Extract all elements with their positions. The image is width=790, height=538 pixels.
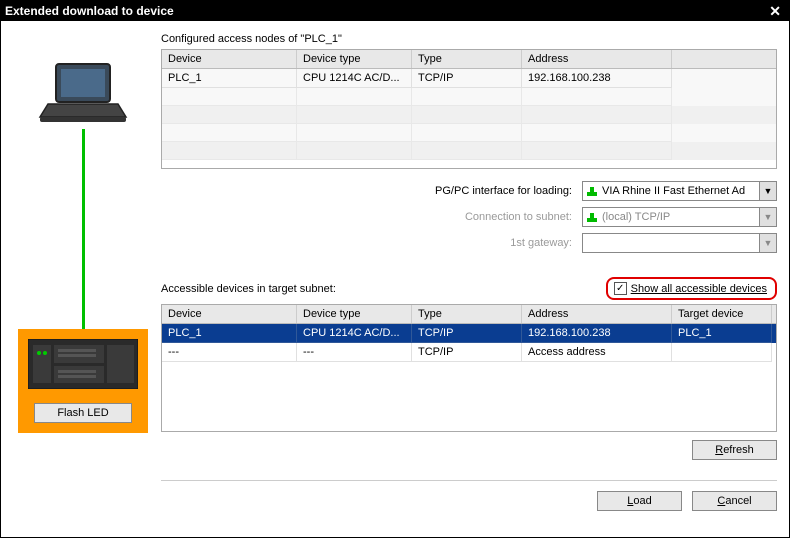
table-row[interactable]: ------TCP/IPAccess address [162,343,776,362]
chevron-down-icon: ▼ [759,234,776,252]
button-row: Load Cancel [161,480,777,511]
chevron-down-icon[interactable]: ▼ [759,182,776,200]
cell-device-type: CPU 1214C AC/D... [297,69,412,88]
cell-target: PLC_1 [672,324,772,343]
flash-led-button[interactable]: Flash LED [34,403,131,423]
cancel-button[interactable]: Cancel [692,491,777,511]
network-icon [585,184,599,198]
close-icon[interactable]: ✕ [765,3,785,20]
table-header: Device Device type Type Address Target d… [162,305,776,324]
form-section: PG/PC interface for loading: VIA Rhine I… [161,181,777,253]
table-header: Device Device type Type Address [162,50,776,69]
col-header-device: Device [162,50,297,68]
connection-wire [82,129,85,329]
col-header-target: Target device [672,305,772,323]
cell-device: PLC_1 [162,324,297,343]
show-all-checkbox-row[interactable]: ✓ Show all accessible devices [614,282,767,295]
accessible-devices-table: Device Device type Type Address Target d… [161,304,777,432]
subnet-combo: (local) TCP/IP ▼ [582,207,777,227]
accessible-row: Accessible devices in target subnet: ✓ S… [161,277,777,300]
configured-label: Configured access nodes of "PLC_1" [161,33,777,45]
cell-dtype: --- [297,343,412,362]
plc-icon [28,339,138,389]
cell-dtype: CPU 1214C AC/D... [297,324,412,343]
col-header-device-type: Device type [297,305,412,323]
load-button[interactable]: Load [597,491,682,511]
highlight-box: ✓ Show all accessible devices [606,277,777,300]
cell-target [672,343,772,362]
interface-combo[interactable]: VIA Rhine II Fast Ethernet Ad ▼ [582,181,777,201]
refresh-button[interactable]: Refresh [692,440,777,460]
titlebar: Extended download to device ✕ [1,1,789,21]
window-title: Extended download to device [5,4,174,18]
gateway-row: 1st gateway: ▼ [161,233,777,253]
network-icon [585,210,599,224]
configured-nodes-table: Device Device type Type Address PLC_1 CP… [161,49,777,169]
interface-value: VIA Rhine II Fast Ethernet Ad [602,185,759,197]
table-row[interactable]: PLC_1CPU 1214C AC/D...TCP/IP192.168.100.… [162,324,776,343]
interface-label: PG/PC interface for loading: [392,185,572,197]
cell-type: TCP/IP [412,69,522,88]
checkbox-icon[interactable]: ✓ [614,282,627,295]
table-row[interactable]: PLC_1 CPU 1214C AC/D... TCP/IP 192.168.1… [162,69,776,88]
accessible-label: Accessible devices in target subnet: [161,283,336,295]
show-all-label: Show all accessible devices [631,283,767,295]
cell-device: --- [162,343,297,362]
subnet-label: Connection to subnet: [392,211,572,223]
cell-address: 192.168.100.238 [522,69,672,88]
cell-addr: 192.168.100.238 [522,324,672,343]
cell-type: TCP/IP [412,343,522,362]
right-column: Configured access nodes of "PLC_1" Devic… [153,29,777,529]
col-header-address: Address [522,50,672,68]
content-area: Flash LED Configured access nodes of "PL… [1,21,789,537]
col-header-type: Type [412,50,522,68]
table-body: PLC_1 CPU 1214C AC/D... TCP/IP 192.168.1… [162,69,776,88]
col-header-device-type: Device type [297,50,412,68]
cell-device: PLC_1 [162,69,297,88]
chevron-down-icon: ▼ [759,208,776,226]
cell-type: TCP/IP [412,324,522,343]
left-column: Flash LED [13,29,153,529]
col-header-device: Device [162,305,297,323]
laptop-icon [38,59,128,129]
subnet-row: Connection to subnet: (local) TCP/IP ▼ [161,207,777,227]
refresh-row: Refresh [161,440,777,460]
col-header-type: Type [412,305,522,323]
cell-addr: Access address [522,343,672,362]
gateway-combo: ▼ [582,233,777,253]
device-panel: Flash LED [18,329,148,433]
subnet-value: (local) TCP/IP [602,211,759,223]
gateway-label: 1st gateway: [392,237,572,249]
interface-row: PG/PC interface for loading: VIA Rhine I… [161,181,777,201]
col-header-address: Address [522,305,672,323]
table-body: PLC_1CPU 1214C AC/D...TCP/IP192.168.100.… [162,324,776,362]
